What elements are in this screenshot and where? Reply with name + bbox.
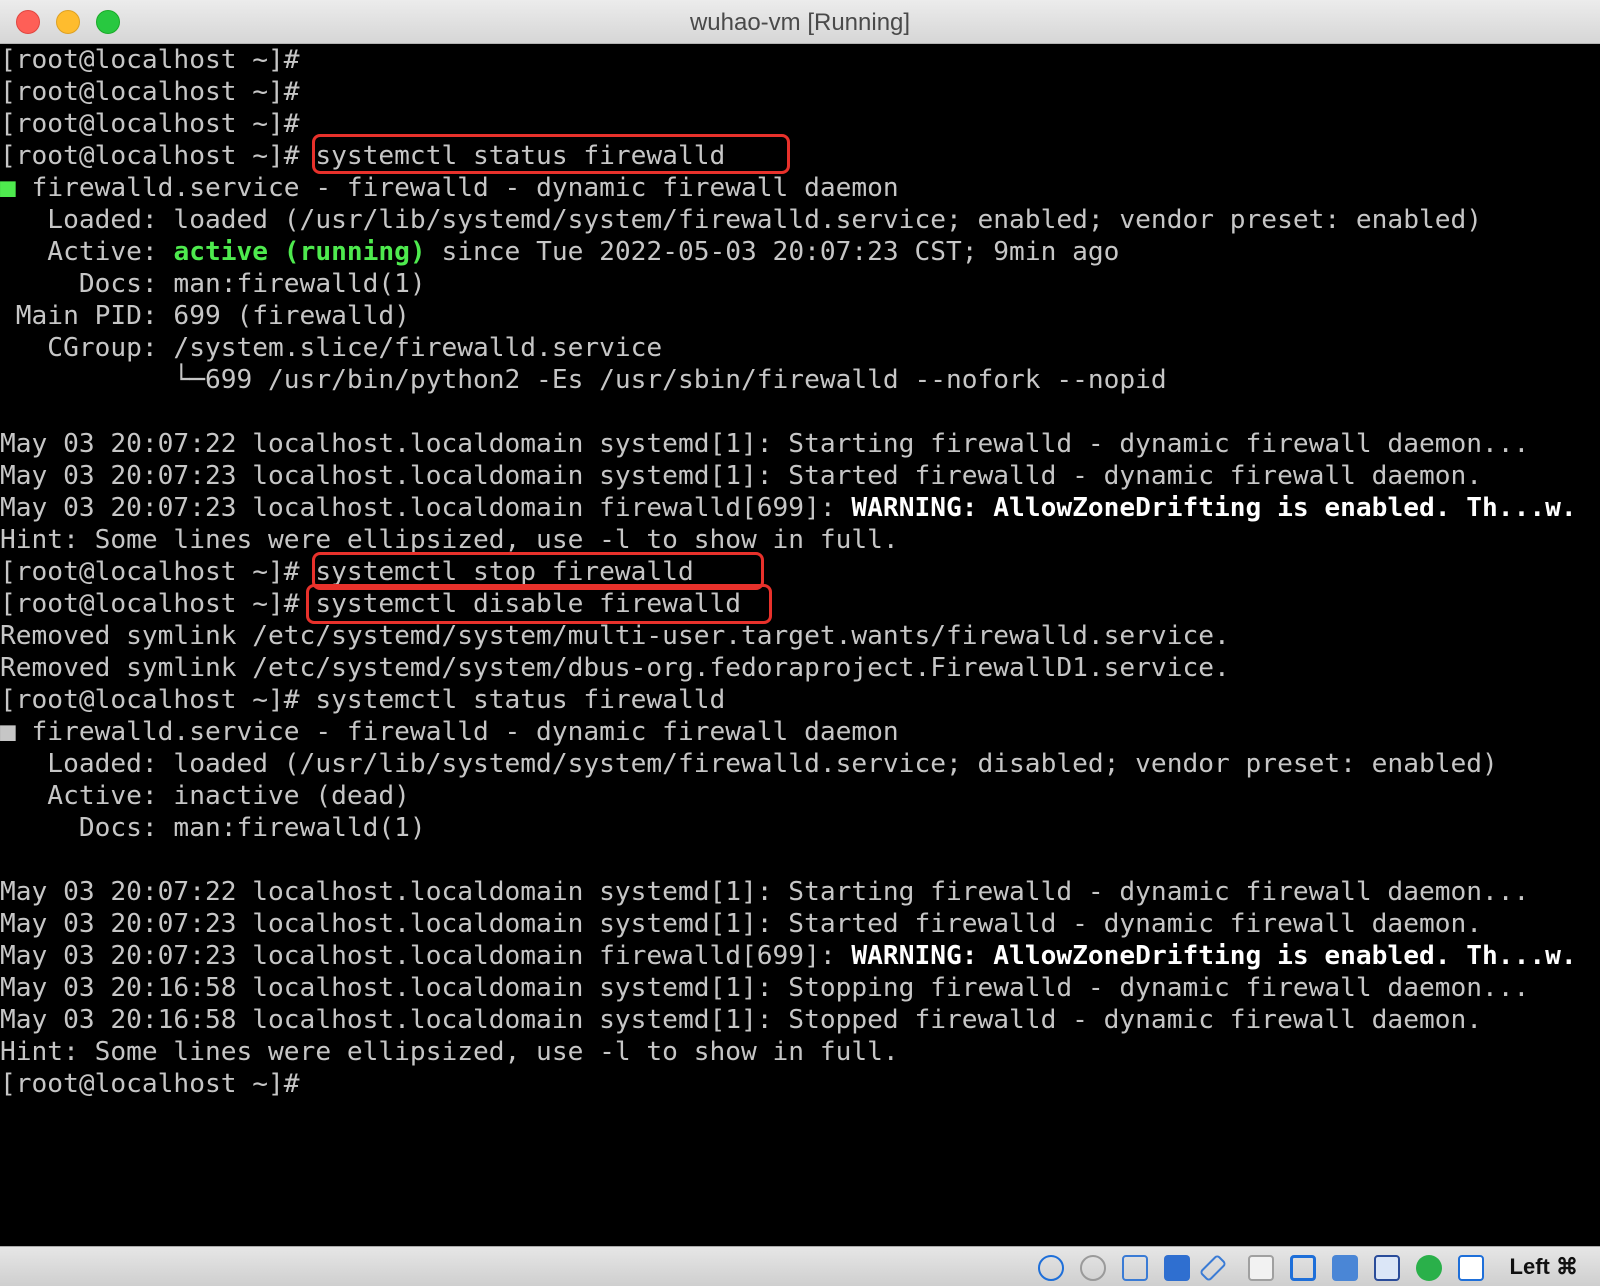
- vm-window: wuhao-vm [Running] [root@localhost ~]# […: [0, 0, 1600, 1286]
- cpu-icon[interactable]: [1374, 1255, 1400, 1281]
- terminal-line: ■ firewalld.service - firewalld - dynami…: [0, 717, 899, 747]
- terminal-line: [root@localhost ~]#: [0, 109, 300, 139]
- terminal-line: [root@localhost ~]#: [0, 45, 300, 75]
- terminal-line-warning: May 03 20:07:23 localhost.localdomain fi…: [0, 941, 1577, 971]
- terminal-line: Loaded: loaded (/usr/lib/systemd/system/…: [0, 205, 1483, 235]
- terminal-line: Hint: Some lines were ellipsized, use -l…: [0, 1037, 899, 1067]
- window-title: wuhao-vm [Running]: [689, 9, 911, 36]
- terminal-line: May 03 20:16:58 localhost.localdomain sy…: [0, 973, 1530, 1003]
- terminal-line-active-status: Active: active (running) since Tue 2022-…: [0, 237, 1120, 267]
- terminal-line-warning: May 03 20:07:23 localhost.localdomain fi…: [0, 493, 1577, 523]
- usb-icon[interactable]: [1198, 1253, 1228, 1283]
- terminal-line: ■ firewalld.service - firewalld - dynami…: [0, 173, 899, 203]
- download-icon[interactable]: [1458, 1255, 1484, 1281]
- optical-drive-icon[interactable]: [1080, 1255, 1106, 1281]
- terminal-line: [root@localhost ~]# systemctl status fir…: [0, 685, 726, 715]
- terminal-line: Removed symlink /etc/systemd/system/mult…: [0, 621, 1230, 651]
- host-key-label: Left ⌘: [1509, 1254, 1578, 1279]
- terminal-line: May 03 20:07:22 localhost.localdomain sy…: [0, 877, 1530, 907]
- terminal-line: May 03 20:07:22 localhost.localdomain sy…: [0, 429, 1530, 459]
- terminal-line: Docs: man:firewalld(1): [0, 813, 426, 843]
- terminal-line: CGroup: /system.slice/firewalld.service: [0, 333, 663, 363]
- highlight-box-disable-command: [306, 584, 772, 624]
- terminal-line: May 03 20:07:23 localhost.localdomain sy…: [0, 909, 1483, 939]
- audio-icon[interactable]: [1122, 1255, 1148, 1281]
- terminal-line: Active: inactive (dead): [0, 781, 410, 811]
- mouse-integration-icon[interactable]: [1416, 1255, 1442, 1281]
- terminal-line: Main PID: 699 (firewalld): [0, 301, 410, 331]
- terminal-line: Removed symlink /etc/systemd/system/dbus…: [0, 653, 1230, 683]
- highlight-box-status-command: [312, 134, 790, 174]
- terminal-line: Docs: man:firewalld(1): [0, 269, 426, 299]
- terminal-line: [root@localhost ~]#: [0, 1069, 300, 1099]
- network-icon[interactable]: [1164, 1255, 1190, 1281]
- vm-status-bar: Left ⌘: [0, 1246, 1600, 1286]
- terminal-line: └─699 /usr/bin/python2 -Es /usr/sbin/fir…: [0, 365, 1167, 395]
- terminal-line: May 03 20:07:23 localhost.localdomain sy…: [0, 461, 1483, 491]
- title-bar[interactable]: wuhao-vm [Running]: [0, 0, 1600, 44]
- shared-folder-icon[interactable]: [1248, 1255, 1274, 1281]
- terminal-screen[interactable]: [root@localhost ~]# [root@localhost ~]# …: [0, 44, 1600, 1246]
- terminal-line: Loaded: loaded (/usr/lib/systemd/system/…: [0, 749, 1498, 779]
- recording-icon[interactable]: [1332, 1255, 1358, 1281]
- help-icon[interactable]: [1038, 1255, 1064, 1281]
- terminal-line: May 03 20:16:58 localhost.localdomain sy…: [0, 1005, 1483, 1035]
- status-dot-icon: ■: [0, 173, 16, 203]
- display-icon[interactable]: [1290, 1255, 1316, 1281]
- terminal-line: [root@localhost ~]#: [0, 77, 300, 107]
